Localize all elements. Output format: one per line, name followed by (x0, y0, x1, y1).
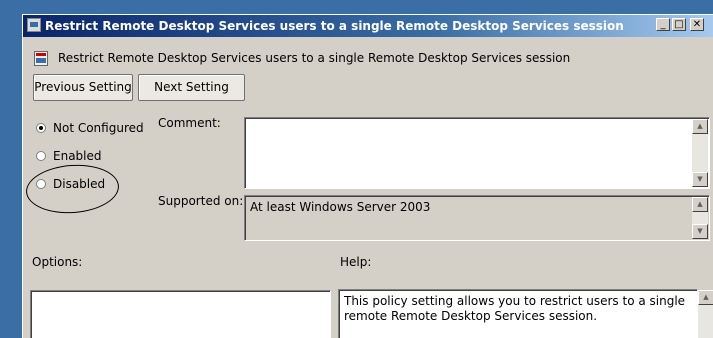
next-setting-button[interactable]: Next Setting (138, 74, 245, 101)
supported-on-field[interactable]: At least Windows Server 2003 ▲ ▼ (244, 195, 710, 241)
policy-dialog-window: Restrict Remote Desktop Services users t… (22, 14, 713, 338)
policy-setting-icon (34, 51, 48, 66)
radio-not-configured[interactable]: Not Configured (36, 121, 144, 135)
hand-drawn-circle-annotation (24, 161, 121, 217)
help-scrollbar[interactable]: ▲ (698, 290, 713, 338)
maximize-button[interactable]: □ (672, 18, 686, 31)
supported-on-value: At least Windows Server 2003 (250, 200, 431, 214)
comment-textarea[interactable]: ▲ ▼ (244, 117, 710, 189)
window-title: Restrict Remote Desktop Services users t… (45, 19, 624, 33)
scroll-up-icon[interactable]: ▲ (692, 119, 708, 134)
supported-scrollbar[interactable]: ▲ ▼ (692, 197, 708, 239)
previous-setting-button[interactable]: Previous Setting (33, 74, 133, 101)
minimize-button[interactable]: _ (656, 18, 670, 31)
close-button[interactable]: ✕ (690, 18, 704, 31)
help-label: Help: (340, 255, 372, 269)
help-text: This policy setting allows you to restri… (344, 294, 686, 323)
options-pane[interactable] (30, 290, 331, 338)
radio-label: Enabled (53, 149, 102, 163)
scroll-down-icon[interactable]: ▼ (692, 172, 708, 187)
radio-enabled[interactable]: Enabled (36, 149, 102, 163)
title-bar[interactable]: Restrict Remote Desktop Services users t… (23, 15, 713, 37)
scroll-up-icon[interactable]: ▲ (692, 197, 708, 212)
comment-scrollbar[interactable]: ▲ ▼ (692, 119, 708, 187)
comment-label: Comment: (158, 116, 221, 130)
radio-selected-icon (36, 123, 46, 133)
scroll-up-icon[interactable]: ▲ (698, 290, 713, 305)
app-icon (27, 18, 41, 32)
setting-name-heading: Restrict Remote Desktop Services users t… (58, 51, 571, 65)
radio-unselected-icon (36, 151, 46, 161)
help-pane[interactable]: This policy setting allows you to restri… (338, 289, 698, 338)
radio-label: Not Configured (53, 121, 144, 135)
scroll-down-icon[interactable]: ▼ (692, 224, 708, 239)
options-label: Options: (32, 255, 83, 269)
supported-on-label: Supported on: (158, 194, 244, 208)
